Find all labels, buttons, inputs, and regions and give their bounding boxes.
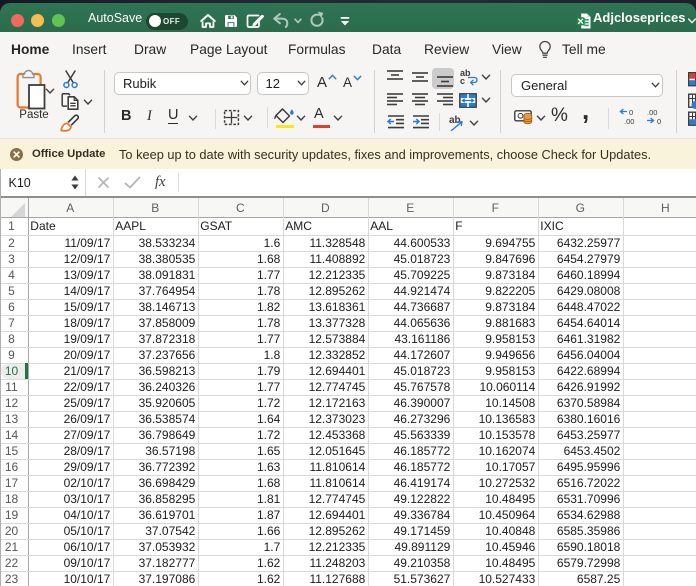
svg-text:.00: .00 xyxy=(647,108,657,117)
svg-text:0: 0 xyxy=(629,108,633,117)
svg-text:.00: .00 xyxy=(624,117,634,125)
svg-text:0: 0 xyxy=(657,117,661,125)
